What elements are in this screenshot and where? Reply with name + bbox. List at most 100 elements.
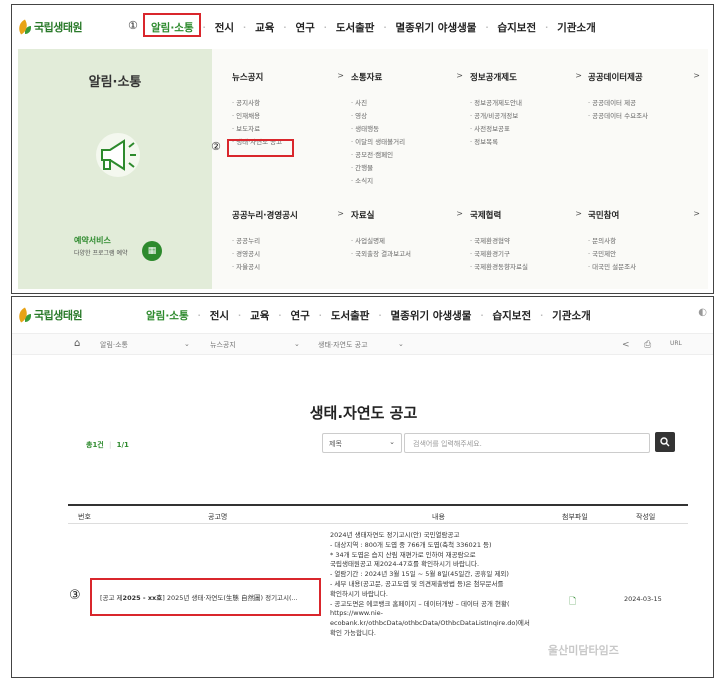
chevron-down-icon[interactable]: ⌄ bbox=[398, 340, 404, 348]
nav-item-about[interactable]: 기관소개 bbox=[552, 308, 591, 323]
menu-link[interactable]: 정보공개제도안내 bbox=[470, 97, 582, 110]
search-button[interactable] bbox=[655, 432, 675, 452]
search-field-select[interactable]: 제목 ⌄ bbox=[322, 433, 402, 453]
nav-item-endangered[interactable]: 멸종위기 야생생물 bbox=[391, 308, 472, 323]
menu-link[interactable]: 공개/비공개정보 bbox=[470, 110, 582, 123]
menu-col-participation: 국민참여 > 문의사항 국민제안 대국민 설문조사 bbox=[588, 209, 700, 274]
home-icon[interactable]: ⌂ bbox=[74, 338, 80, 349]
menu-link[interactable]: 자율공시 bbox=[232, 261, 344, 274]
nav-item-education[interactable]: 교육 bbox=[250, 308, 269, 323]
menu-link[interactable]: 국외출장 결과보고서 bbox=[351, 248, 463, 261]
nav-item-notice[interactable]: 알림·소통 bbox=[146, 308, 189, 323]
col-header-date: 작성일 bbox=[636, 513, 656, 521]
breadcrumb: ⌂ 알림·소통 ⌄ 뉴스공지 ⌄ 생태·자연도 공고 ⌄ < ⎙ URL bbox=[12, 333, 713, 355]
nav-item-publishing[interactable]: 도서출판 bbox=[336, 20, 375, 35]
menu-link[interactable]: 문의사항 bbox=[588, 235, 700, 248]
site-logo[interactable]: 국립생태원 bbox=[15, 307, 83, 323]
menu-col-public-data: 공공데이터제공 > 공공데이터 제공 공공데이터 수요조사 bbox=[588, 71, 700, 123]
menu-link[interactable]: 보도자료 bbox=[232, 123, 344, 136]
menu-link[interactable]: 이달의 생태볼거리 bbox=[351, 136, 463, 149]
content-line: 확인 가능합니다. bbox=[330, 628, 376, 637]
table-row-date: 2024-03-15 bbox=[624, 595, 662, 603]
menu-col-title[interactable]: 자료실 bbox=[351, 209, 374, 221]
menu-link[interactable]: 대국민 설문조사 bbox=[588, 261, 700, 274]
megaphone-icon bbox=[96, 133, 140, 177]
menu-link[interactable]: 공지사항 bbox=[232, 97, 344, 110]
screenshot-panel-board: 국립생태원 알림·소통 · 전시 · 교육 · 연구 · 도서출판 · 멸종위기… bbox=[11, 296, 714, 678]
menu-link[interactable]: 공공누리 bbox=[232, 235, 344, 248]
mega-menu: 알림·소통 예약서비스 다양한 프로그램 예약 ▦ 뉴스공지 > 공지사항 인재채… bbox=[18, 49, 708, 289]
menu-link[interactable]: 국민제안 bbox=[588, 248, 700, 261]
page-title: 생태.자연도 공고 bbox=[309, 404, 418, 422]
content-line: ecobank.kr/othbcData/othbcData/OthbcData… bbox=[330, 619, 530, 628]
col-header-attachment: 첨부파일 bbox=[562, 513, 588, 521]
page-count: 1/1 bbox=[116, 441, 129, 449]
nav-item-exhibition[interactable]: 전시 bbox=[210, 308, 229, 323]
menu-col-title[interactable]: 정보공개제도 bbox=[470, 71, 517, 83]
content-line: https://www.nie- bbox=[330, 609, 383, 618]
menu-link[interactable]: 사업실명제 bbox=[351, 235, 463, 248]
reservation-link[interactable]: 예약서비스 다양한 프로그램 예약 bbox=[74, 235, 128, 257]
screenshot-panel-menu: 국립생태원 ① 알림·소통 · 전시 · 교육 · 연구 · 도서출판 · 멸종… bbox=[11, 4, 714, 294]
menu-link[interactable]: 인재채용 bbox=[232, 110, 344, 123]
chevron-right-icon: > bbox=[575, 71, 582, 80]
watermark: 울산미담타임즈 bbox=[548, 644, 619, 657]
nav-item-exhibition[interactable]: 전시 bbox=[215, 20, 234, 35]
result-count: 총1건 | 1/1 bbox=[86, 441, 129, 449]
menu-link[interactable]: 영상 bbox=[351, 110, 463, 123]
search-input[interactable]: 검색어를 입력해주세요. bbox=[404, 433, 650, 453]
col-header-title: 공고명 bbox=[208, 513, 228, 521]
breadcrumb-level3[interactable]: 생태·자연도 공고 bbox=[318, 340, 368, 350]
print-icon[interactable]: ⎙ bbox=[644, 340, 651, 350]
breadcrumb-level1[interactable]: 알림·소통 bbox=[100, 340, 128, 350]
search-field-value: 제목 bbox=[329, 440, 342, 448]
menu-col-title[interactable]: 공공데이터제공 bbox=[588, 71, 643, 83]
nav-item-research[interactable]: 연구 bbox=[295, 20, 314, 35]
file-icon[interactable]: 🗋 bbox=[569, 594, 576, 610]
menu-link[interactable]: 국제환경기구 bbox=[470, 248, 582, 261]
content-line: - 대상지역 : 800개 도엽 중 766개 도엽(축척 336021 등) bbox=[330, 540, 492, 549]
menu-col-international: 국제협력 > 국제환경협약 국제환경기구 국제환경동향자료실 bbox=[470, 209, 582, 274]
calendar-icon[interactable]: ▦ bbox=[142, 241, 162, 261]
menu-link[interactable]: 경영공시 bbox=[232, 248, 344, 261]
nav-item-wetland[interactable]: 습지보전 bbox=[497, 20, 536, 35]
nav-item-research[interactable]: 연구 bbox=[290, 308, 309, 323]
nav-item-endangered[interactable]: 멸종위기 야생생물 bbox=[396, 20, 477, 35]
menu-link[interactable]: 생태행동 bbox=[351, 123, 463, 136]
menu-col-title[interactable]: 국제협력 bbox=[470, 209, 501, 221]
nav-item-about[interactable]: 기관소개 bbox=[557, 20, 596, 35]
logo-text: 국립생태원 bbox=[34, 21, 83, 34]
nav-item-education[interactable]: 교육 bbox=[255, 20, 274, 35]
content-line: 2024년 생태자연도 정기고시(안) 국민열람공고 bbox=[330, 531, 460, 539]
menu-col-title[interactable]: 국민참여 bbox=[588, 209, 619, 221]
mega-menu-title: 알림·소통 bbox=[88, 75, 142, 90]
menu-col-title[interactable]: 뉴스공지 bbox=[232, 71, 263, 83]
menu-col-management: 공공누리·경영공시 > 공공누리 경영공시 자율공시 bbox=[232, 209, 344, 274]
nav-item-wetland[interactable]: 습지보전 bbox=[492, 308, 531, 323]
menu-link[interactable]: 정보목록 bbox=[470, 136, 582, 149]
col-header-content: 내용 bbox=[432, 513, 445, 521]
highlight-box-menu bbox=[227, 139, 294, 157]
menu-link[interactable]: 국제환경동향자료실 bbox=[470, 261, 582, 274]
menu-link[interactable]: 공공데이터 제공 bbox=[588, 97, 700, 110]
url-copy-button[interactable]: URL bbox=[670, 340, 682, 347]
menu-link[interactable]: 사전정보공표 bbox=[470, 123, 582, 136]
menu-col-title[interactable]: 공공누리·경영공시 bbox=[232, 209, 298, 221]
nav-item-publishing[interactable]: 도서출판 bbox=[331, 308, 370, 323]
menu-link[interactable]: 공공데이터 수요조사 bbox=[588, 110, 700, 123]
chevron-down-icon[interactable]: ⌄ bbox=[184, 340, 190, 348]
menu-link[interactable]: 사진 bbox=[351, 97, 463, 110]
menu-col-title[interactable]: 소통자료 bbox=[351, 71, 382, 83]
menu-link[interactable]: 소식지 bbox=[351, 175, 463, 188]
language-icon[interactable]: ◐ bbox=[698, 307, 707, 318]
logo-text: 국립생태원 bbox=[34, 309, 83, 322]
share-icon[interactable]: < bbox=[622, 340, 630, 350]
menu-col-archive: 자료실 > 사업실명제 국외출장 결과보고서 bbox=[351, 209, 463, 261]
site-logo[interactable]: 국립생태원 bbox=[15, 19, 83, 35]
chevron-down-icon: ⌄ bbox=[389, 438, 395, 446]
breadcrumb-level2[interactable]: 뉴스공지 bbox=[210, 340, 236, 350]
menu-link[interactable]: 간행물 bbox=[351, 162, 463, 175]
menu-link[interactable]: 국제환경협약 bbox=[470, 235, 582, 248]
chevron-down-icon[interactable]: ⌄ bbox=[294, 340, 300, 348]
menu-link[interactable]: 공모전·캠페인 bbox=[351, 149, 463, 162]
